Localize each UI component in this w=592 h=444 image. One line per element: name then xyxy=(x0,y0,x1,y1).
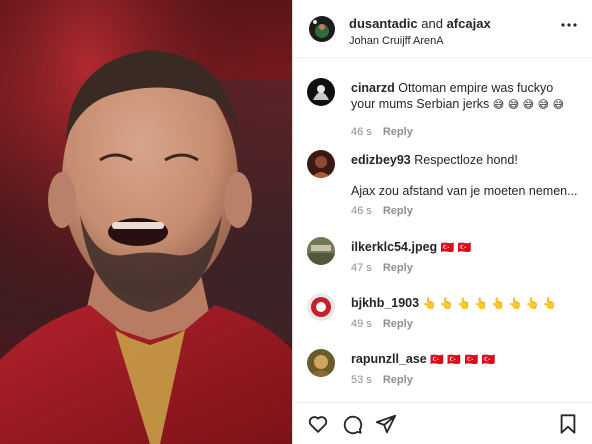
comment-meta: 49 s Reply xyxy=(351,318,413,330)
comment-time: 47 s xyxy=(351,262,372,274)
post-header: dusantadic and afcajax Johan Cruijff Are… xyxy=(293,0,592,58)
comment-body: Respectloze hond! xyxy=(414,153,518,167)
comment-username[interactable]: cinarzd xyxy=(351,81,395,95)
profile-photo-icon xyxy=(309,16,335,42)
collaborator-username[interactable]: afcajax xyxy=(447,16,491,31)
comment-body: Ottoman empire was fuckyo xyxy=(398,81,554,95)
emoji-group: 😅 😅 😅 😅 😅 xyxy=(492,98,565,111)
comment-text: edizbey93 Respectloze hond! xyxy=(351,152,587,168)
profile-photo-icon xyxy=(307,150,335,178)
commenter-avatar[interactable] xyxy=(307,293,335,321)
comment-username[interactable]: edizbey93 xyxy=(351,153,411,167)
player-photo-illustration xyxy=(0,0,292,444)
comment-text: rapunzll_ase 🇹🇷 🇹🇷 🇹🇷 🇹🇷 xyxy=(351,351,587,368)
comment-body-extra: Ajax zou afstand van je moeten nemen... xyxy=(351,184,578,198)
comment-username[interactable]: rapunzll_ase xyxy=(351,352,427,366)
comment-icon[interactable] xyxy=(341,413,363,435)
profile-photo-icon xyxy=(307,293,335,321)
comment-meta: 47 s Reply xyxy=(351,262,413,274)
reply-button[interactable]: Reply xyxy=(383,205,413,217)
commenter-avatar[interactable] xyxy=(307,237,335,265)
comment-username[interactable]: bjkhb_1903 xyxy=(351,296,419,310)
reply-button[interactable]: Reply xyxy=(383,126,413,138)
emoji-group: 👆 👆 👆 👆 👆 👆 👆 👆 xyxy=(422,297,557,310)
emoji-group: 🇹🇷 🇹🇷 xyxy=(440,241,472,254)
emoji-group: 🇹🇷 🇹🇷 🇹🇷 🇹🇷 xyxy=(430,353,496,366)
post-location[interactable]: Johan Cruijff ArenA xyxy=(349,35,444,47)
bookmark-icon[interactable] xyxy=(557,413,579,435)
author-username[interactable]: dusantadic xyxy=(349,16,418,31)
post-photo[interactable] xyxy=(0,0,292,444)
comment-body-line2: your mums Serbian jerks xyxy=(351,97,490,111)
commenter-avatar[interactable] xyxy=(307,78,335,106)
comment-time: 46 s xyxy=(351,205,372,217)
reply-button[interactable]: Reply xyxy=(383,374,413,386)
comment-text: cinarzd Ottoman empire was fuckyo your m… xyxy=(351,80,587,113)
reply-button[interactable]: Reply xyxy=(383,262,413,274)
comment-meta: 46 s Reply xyxy=(351,126,413,138)
comment-time: 49 s xyxy=(351,318,372,330)
reply-button[interactable]: Reply xyxy=(383,318,413,330)
profile-photo-icon xyxy=(307,78,335,106)
comment-time: 46 s xyxy=(351,126,372,138)
send-icon[interactable] xyxy=(375,413,397,435)
more-options-icon[interactable] xyxy=(561,22,577,28)
comment-text: bjkhb_1903 👆 👆 👆 👆 👆 👆 👆 👆 xyxy=(351,295,587,312)
post-authors: dusantadic and afcajax xyxy=(349,16,491,31)
heart-icon[interactable] xyxy=(307,413,329,435)
commenter-avatar[interactable] xyxy=(307,150,335,178)
comment-meta: 46 s Reply xyxy=(351,205,413,217)
comment-text: ilkerklc54.jpeg 🇹🇷 🇹🇷 xyxy=(351,239,587,256)
commenter-avatar[interactable] xyxy=(307,349,335,377)
author-avatar[interactable] xyxy=(309,16,335,42)
and-text: and xyxy=(421,16,443,31)
post-sidebar: dusantadic and afcajax Johan Cruijff Are… xyxy=(292,0,592,444)
post-actions-bar xyxy=(293,402,592,444)
comment-time: 53 s xyxy=(351,374,372,386)
profile-photo-icon xyxy=(307,349,335,377)
comment-username[interactable]: ilkerklc54.jpeg xyxy=(351,240,437,254)
profile-photo-icon xyxy=(307,237,335,265)
comment-meta: 53 s Reply xyxy=(351,374,413,386)
